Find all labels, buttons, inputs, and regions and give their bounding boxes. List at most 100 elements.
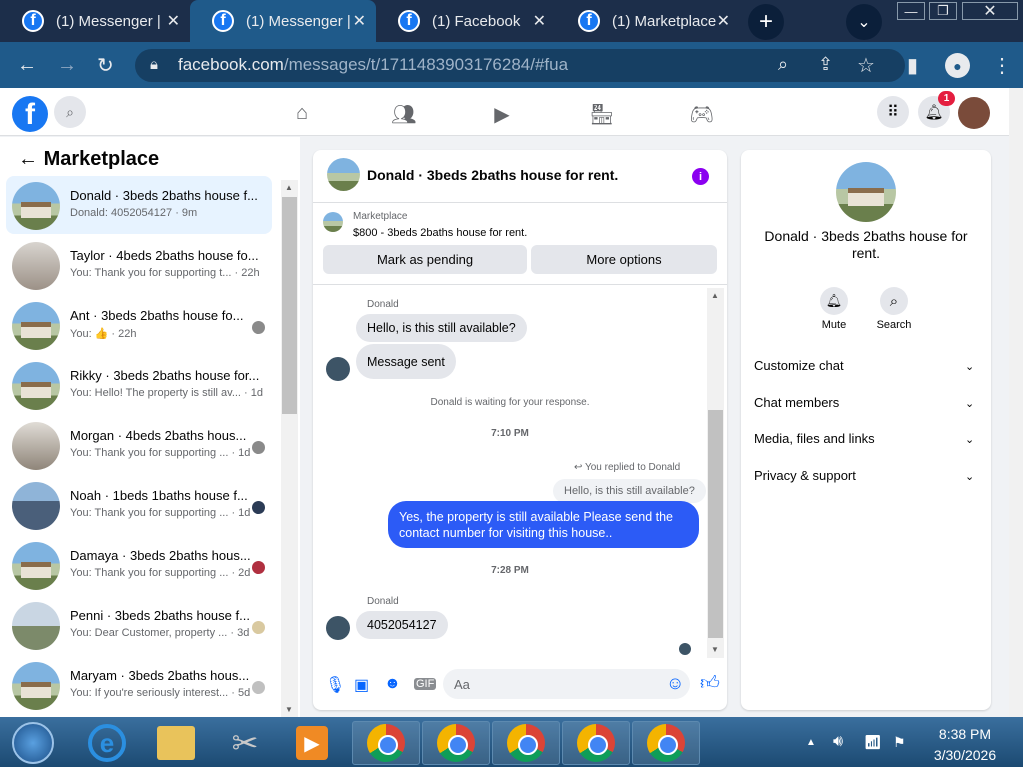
snipping-tool-icon[interactable]: ✂ (226, 724, 264, 762)
media-files-links-row[interactable]: Media, files and links (754, 431, 875, 446)
chat-scroll-thumb[interactable] (708, 410, 723, 638)
taskbar-chrome-window-4[interactable] (562, 721, 630, 765)
mute-label[interactable]: Mute (812, 319, 856, 331)
reload-icon[interactable]: ↻ (97, 53, 114, 78)
conversation-item-penni[interactable]: Penni · 3beds 2baths house f... You: Dea… (6, 596, 272, 654)
conversation-item-donald[interactable]: Donald · 3beds 2baths house f... Donald:… (6, 176, 272, 234)
listing-text[interactable]: $800 - 3beds 2baths house for rent. (353, 227, 527, 239)
profile-avatar-icon[interactable]: ● (945, 53, 970, 78)
mute-bell-icon[interactable]: 🔔︎ (820, 287, 848, 315)
search-label[interactable]: Search (870, 319, 918, 331)
marketplace-store-icon[interactable]: 🏪︎ (589, 102, 614, 127)
home-icon[interactable]: ⌂ (290, 102, 314, 125)
conversation-item-noah[interactable]: Noah · 1beds 1baths house f... You: Than… (6, 476, 272, 534)
donald-avatar[interactable] (326, 357, 350, 381)
media-player-icon[interactable]: ▶ (296, 726, 328, 760)
url-text[interactable]: facebook.com/messages/t/1711483903176284… (178, 55, 568, 75)
conversation-item-damaya[interactable]: Damaya · 3beds 2baths hous... You: Thank… (6, 536, 272, 594)
chat-listing-avatar[interactable] (327, 158, 360, 191)
customize-chat-row[interactable]: Customize chat (754, 358, 844, 373)
action-center-flag-icon[interactable]: ⚑ (893, 734, 906, 751)
zoom-magnifier-icon[interactable]: ⌕ (778, 54, 788, 75)
conversation-item-maryam[interactable]: Maryam · 3beds 2baths hous... You: If yo… (6, 656, 272, 714)
side-panel-icon[interactable]: ▮ (907, 53, 918, 78)
browser-tab-2[interactable]: f (1) Messenger | ✕ (190, 0, 376, 42)
browser-tab-4[interactable]: f (1) Marketplace ✕ (556, 0, 740, 42)
back-arrow-icon[interactable]: ← (17, 54, 37, 77)
search-icon[interactable]: ⌕ (54, 96, 86, 128)
scroll-down-arrow-icon[interactable]: ▼ (285, 705, 293, 714)
facebook-logo-icon[interactable]: f (12, 96, 48, 132)
internet-explorer-icon[interactable]: e (88, 724, 126, 762)
browser-tab-3[interactable]: f (1) Facebook ✕ (376, 0, 556, 42)
conversation-item-rikky[interactable]: Rikky · 3beds 2baths house for... You: H… (6, 356, 272, 414)
share-icon[interactable]: ⇪ (818, 54, 833, 75)
restore-window-icon[interactable]: ❐ (929, 2, 957, 20)
chat-members-row[interactable]: Chat members (754, 395, 839, 410)
page-scrollbar[interactable] (1009, 88, 1023, 717)
menu-grid-icon[interactable]: ⠿ (877, 96, 909, 128)
conversation-item-ant[interactable]: Ant · 3beds 2baths house fo... You: 👍 · … (6, 296, 272, 354)
incoming-message[interactable]: Hello, is this still available? (356, 314, 527, 342)
forward-arrow-icon[interactable]: → (57, 54, 77, 77)
close-window-icon[interactable]: ✕ (962, 2, 1018, 20)
chevron-down-icon[interactable]: ⌄ (965, 433, 974, 446)
outgoing-message[interactable]: Yes, the property is still available Ple… (388, 501, 699, 548)
taskbar-clock[interactable]: 8:38 PM 3/30/2026 (930, 726, 1000, 763)
close-tab-icon[interactable]: ✕ (533, 11, 546, 31)
watch-video-icon[interactable]: ▶ (490, 102, 514, 127)
profile-listing-avatar[interactable] (836, 162, 896, 222)
back-arrow-icon[interactable]: ← (18, 148, 38, 170)
close-tab-icon[interactable]: ✕ (353, 11, 366, 31)
emoji-icon[interactable]: ☺ (666, 673, 684, 694)
taskbar-chrome-window-2[interactable] (422, 721, 490, 765)
taskbar-chrome-window-5[interactable] (632, 721, 700, 765)
windows-start-icon[interactable] (12, 722, 54, 764)
privacy-support-row[interactable]: Privacy & support (754, 468, 856, 483)
mark-as-pending-button[interactable]: Mark as pending (323, 245, 527, 274)
scroll-up-arrow-icon[interactable]: ▲ (711, 291, 719, 300)
close-tab-icon[interactable]: ✕ (717, 11, 730, 31)
conversation-item-morgan[interactable]: Morgan · 4beds 2baths hous... You: Thank… (6, 416, 272, 474)
new-tab-plus-icon[interactable]: + (748, 4, 784, 40)
show-hidden-icons-arrow-icon[interactable]: ▲ (806, 737, 816, 748)
like-thumb-icon[interactable]: 👍︎ (700, 672, 720, 695)
friends-icon[interactable]: 👥︎ (391, 102, 416, 127)
network-signal-icon[interactable]: 📶︎ (864, 734, 882, 751)
quoted-message[interactable]: Hello, is this still available? (553, 479, 706, 503)
scroll-down-arrow-icon[interactable]: ▼ (711, 645, 719, 654)
file-explorer-folder-icon[interactable] (157, 726, 195, 760)
listing-avatar (12, 482, 60, 530)
chevron-down-icon[interactable]: ⌄ (965, 397, 974, 410)
volume-icon[interactable]: 🔊︎ (833, 733, 843, 751)
lock-icon[interactable]: 🔒︎ (150, 56, 158, 73)
incoming-message[interactable]: Message sent (356, 344, 456, 379)
message-input[interactable] (443, 669, 690, 699)
conversation-list-scroll-thumb[interactable] (282, 197, 297, 414)
browser-menu-icon[interactable]: ⋮ (992, 53, 1012, 78)
gaming-controller-icon[interactable]: 🎮︎ (689, 102, 714, 127)
scroll-up-arrow-icon[interactable]: ▲ (285, 183, 293, 192)
photo-icon[interactable]: ▣ (354, 675, 369, 695)
chevron-down-icon[interactable]: ⌄ (965, 470, 974, 483)
seen-avatar (252, 621, 265, 634)
info-icon[interactable]: i (692, 168, 709, 185)
close-tab-icon[interactable]: ✕ (167, 11, 180, 31)
taskbar-chrome-window-1[interactable] (352, 721, 420, 765)
chevron-down-icon[interactable]: ⌄ (965, 360, 974, 373)
microphone-icon[interactable]: 🎙︎ (325, 675, 345, 695)
tab-search-chevron-down-icon[interactable]: ⌄ (846, 4, 882, 40)
minimize-window-icon[interactable]: — (897, 2, 925, 20)
chat-title[interactable]: Donald · 3beds 2baths house for rent. (367, 167, 618, 183)
gif-icon[interactable]: GIF (414, 678, 437, 690)
donald-avatar[interactable] (326, 616, 350, 640)
more-options-button[interactable]: More options (531, 245, 717, 274)
account-avatar[interactable] (958, 97, 990, 129)
search-in-chat-icon[interactable]: ⌕ (880, 287, 908, 315)
conversation-item-taylor[interactable]: Taylor · 4beds 2baths house fo... You: T… (6, 236, 272, 294)
browser-tab-1[interactable]: f (1) Messenger | ✕ (0, 0, 190, 42)
sticker-icon[interactable]: ☻ (384, 675, 401, 693)
incoming-message[interactable]: 4052054127 (356, 611, 448, 639)
taskbar-chrome-window-3[interactable] (492, 721, 560, 765)
bookmark-star-icon[interactable]: ☆ (857, 53, 875, 78)
